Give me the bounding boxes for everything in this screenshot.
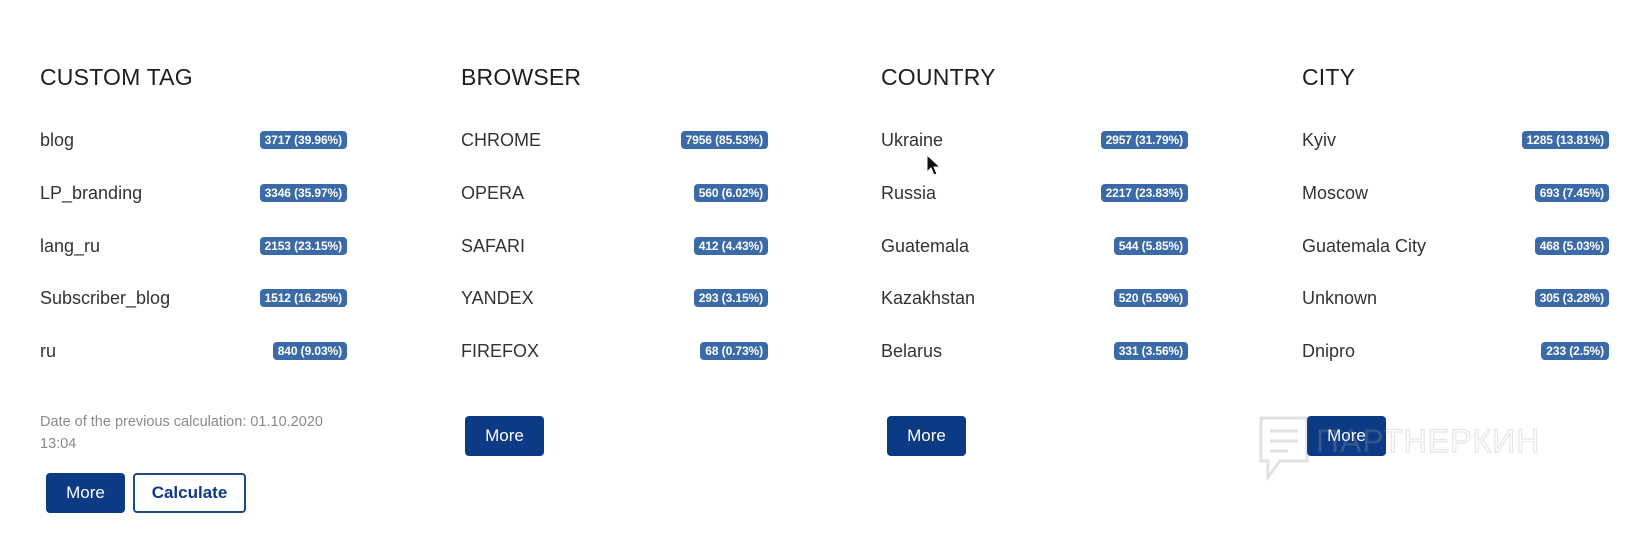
row-label: Kyiv: [1302, 130, 1337, 150]
count-badge: 544 (5.85%): [1113, 237, 1188, 255]
stat-row: Guatemala City 468 (5.03%): [1302, 232, 1612, 260]
row-label: OPERA: [461, 183, 525, 203]
stat-row: lang_ru 2153 (23.15%): [40, 232, 350, 260]
row-label: CHROME: [461, 130, 541, 150]
row-label: ru: [40, 341, 57, 361]
count-badge: 2153 (23.15%): [259, 237, 347, 255]
row-label: FIREFOX: [461, 341, 540, 361]
count-badge: 305 (3.28%): [1534, 289, 1609, 307]
panel-title: COUNTRY: [881, 64, 996, 90]
stat-row: Dnipro 233 (2.5%): [1302, 337, 1612, 365]
calculation-date-text: Date of the previous calculation: 01.10.…: [40, 414, 323, 452]
mouse-cursor-icon: [926, 154, 942, 176]
count-badge: 2217 (23.83%): [1100, 184, 1188, 202]
row-label: Moscow: [1302, 183, 1369, 203]
stat-row: YANDEX 293 (3.15%): [461, 284, 771, 312]
stat-row: Belarus 331 (3.56%): [881, 337, 1191, 365]
row-label: Kazakhstan: [881, 288, 976, 308]
more-button[interactable]: More: [887, 416, 966, 456]
panel-title: CUSTOM TAG: [40, 64, 193, 90]
row-label: Guatemala City: [1302, 236, 1427, 256]
row-label: Belarus: [881, 341, 943, 361]
stat-row: Ukraine 2957 (31.79%): [881, 126, 1191, 154]
stat-row: ru 840 (9.03%): [40, 337, 350, 365]
count-badge: 1512 (16.25%): [259, 289, 347, 307]
row-label: blog: [40, 130, 75, 150]
row-label: LP_branding: [40, 183, 143, 203]
stat-row: FIREFOX 68 (0.73%): [461, 337, 771, 365]
panel-title: BROWSER: [461, 64, 582, 90]
count-badge: 840 (9.03%): [272, 342, 347, 360]
count-badge: 1285 (13.81%): [1521, 131, 1609, 149]
count-badge: 3717 (39.96%): [259, 131, 347, 149]
stat-row: Subscriber_blog 1512 (16.25%): [40, 284, 350, 312]
stat-row: LP_branding 3346 (35.97%): [40, 179, 350, 207]
stat-row: Kyiv 1285 (13.81%): [1302, 126, 1612, 154]
count-badge: 293 (3.15%): [693, 289, 768, 307]
stat-row: Moscow 693 (7.45%): [1302, 179, 1612, 207]
stat-row: Unknown 305 (3.28%): [1302, 284, 1612, 312]
stat-row: blog 3717 (39.96%): [40, 126, 350, 154]
row-label: Dnipro: [1302, 341, 1356, 361]
count-badge: 560 (6.02%): [693, 184, 768, 202]
row-label: Unknown: [1302, 288, 1378, 308]
row-label: SAFARI: [461, 236, 526, 256]
row-label: YANDEX: [461, 288, 534, 308]
watermark: ПАРТНЕРКИН: [1258, 415, 1588, 485]
count-badge: 7956 (85.53%): [680, 131, 768, 149]
count-badge: 520 (5.59%): [1113, 289, 1188, 307]
more-button[interactable]: More: [46, 473, 125, 513]
row-label: Guatemala: [881, 236, 970, 256]
count-badge: 3346 (35.97%): [259, 184, 347, 202]
calculate-button[interactable]: Calculate: [133, 473, 246, 513]
watermark-logo-icon: [1259, 416, 1309, 482]
count-badge: 2957 (31.79%): [1100, 131, 1188, 149]
count-badge: 693 (7.45%): [1534, 184, 1609, 202]
row-label: Subscriber_blog: [40, 288, 171, 308]
count-badge: 468 (5.03%): [1534, 237, 1609, 255]
panel-title: CITY: [1302, 64, 1356, 90]
stat-row: CHROME 7956 (85.53%): [461, 126, 771, 154]
stat-row: Russia 2217 (23.83%): [881, 179, 1191, 207]
count-badge: 331 (3.56%): [1113, 342, 1188, 360]
row-label: lang_ru: [40, 236, 101, 256]
stat-row: SAFARI 412 (4.43%): [461, 232, 771, 260]
stat-row: OPERA 560 (6.02%): [461, 179, 771, 207]
stat-row: Guatemala 544 (5.85%): [881, 232, 1191, 260]
row-label: Russia: [881, 183, 937, 203]
more-button[interactable]: More: [465, 416, 544, 456]
count-badge: 68 (0.73%): [700, 342, 768, 360]
row-label: Ukraine: [881, 130, 944, 150]
stat-row: Kazakhstan 520 (5.59%): [881, 284, 1191, 312]
watermark-text: ПАРТНЕРКИН: [1315, 422, 1541, 459]
count-badge: 233 (2.5%): [1541, 342, 1609, 360]
count-badge: 412 (4.43%): [693, 237, 768, 255]
